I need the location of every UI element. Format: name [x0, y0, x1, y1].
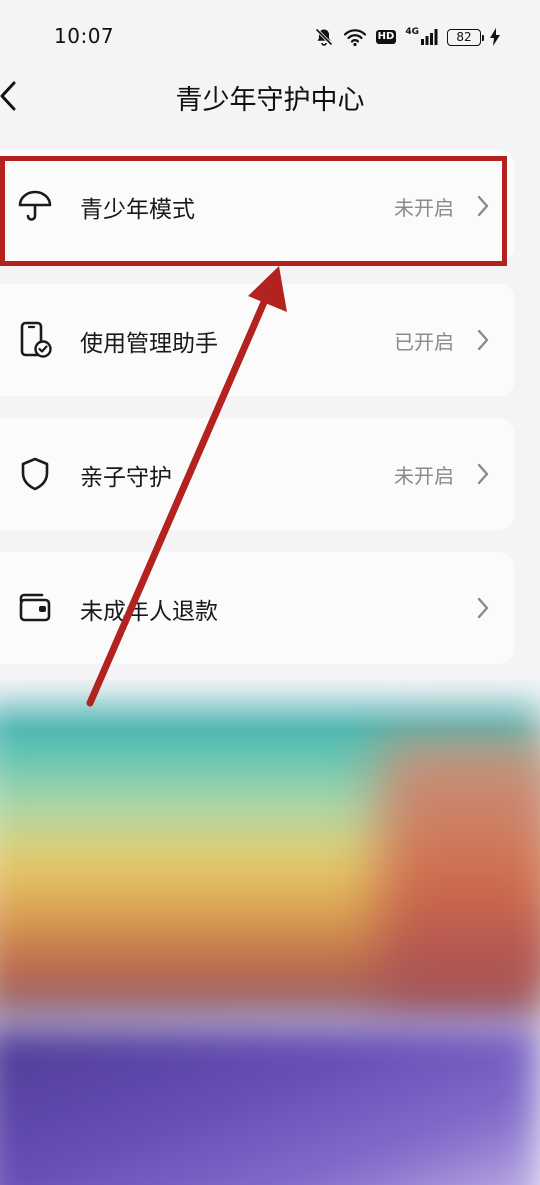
menu-item-status: 未开启: [394, 196, 454, 220]
cellular-signal-icon: 4G: [405, 28, 438, 46]
mute-bell-icon: [314, 27, 334, 47]
menu-item-youth-mode[interactable]: 青少年模式 未开启: [0, 150, 514, 262]
wifi-icon: [343, 27, 367, 47]
chevron-right-icon: [474, 192, 492, 220]
page-title: 青少年守护中心: [175, 85, 365, 116]
menu-item-minor-refund[interactable]: 未成年人退款: [0, 552, 514, 664]
menu-item-label: 亲子守护: [80, 465, 172, 491]
menu-item-parental-guard[interactable]: 亲子守护 未开启: [0, 418, 514, 530]
screen: 10:07 HD 4G 82 青少年守护中心 青少年模式 未开启 使用管理助手 …: [0, 0, 540, 1185]
phone-check-icon: [16, 321, 54, 359]
chevron-right-icon: [474, 594, 492, 622]
chevron-right-icon: [474, 326, 492, 354]
status-icons: HD 4G 82: [314, 24, 500, 50]
umbrella-icon: [16, 187, 54, 225]
charging-bolt-icon: [490, 28, 500, 46]
menu-item-label: 使用管理助手: [80, 331, 218, 357]
menu-item-status: 已开启: [394, 330, 454, 354]
wallet-icon: [16, 589, 54, 627]
network-type-label: 4G: [405, 27, 419, 37]
blurred-banner-secondary: [0, 1025, 540, 1185]
menu-item-label: 未成年人退款: [80, 599, 218, 625]
menu-item-status: 未开启: [394, 464, 454, 488]
blurred-banner-accent: [380, 740, 540, 1000]
battery-level: 82: [456, 30, 472, 44]
hd-badge: HD: [375, 30, 397, 44]
menu-item-usage-assistant[interactable]: 使用管理助手 已开启: [0, 284, 514, 396]
chevron-right-icon: [474, 460, 492, 488]
nav-bar: 青少年守护中心: [0, 60, 540, 130]
status-time: 10:07: [54, 24, 115, 48]
shield-icon: [16, 455, 54, 493]
menu-item-label: 青少年模式: [80, 197, 195, 223]
blur-fade: [0, 680, 540, 730]
battery-indicator: 82: [447, 28, 484, 46]
blurred-content: [0, 680, 540, 1185]
